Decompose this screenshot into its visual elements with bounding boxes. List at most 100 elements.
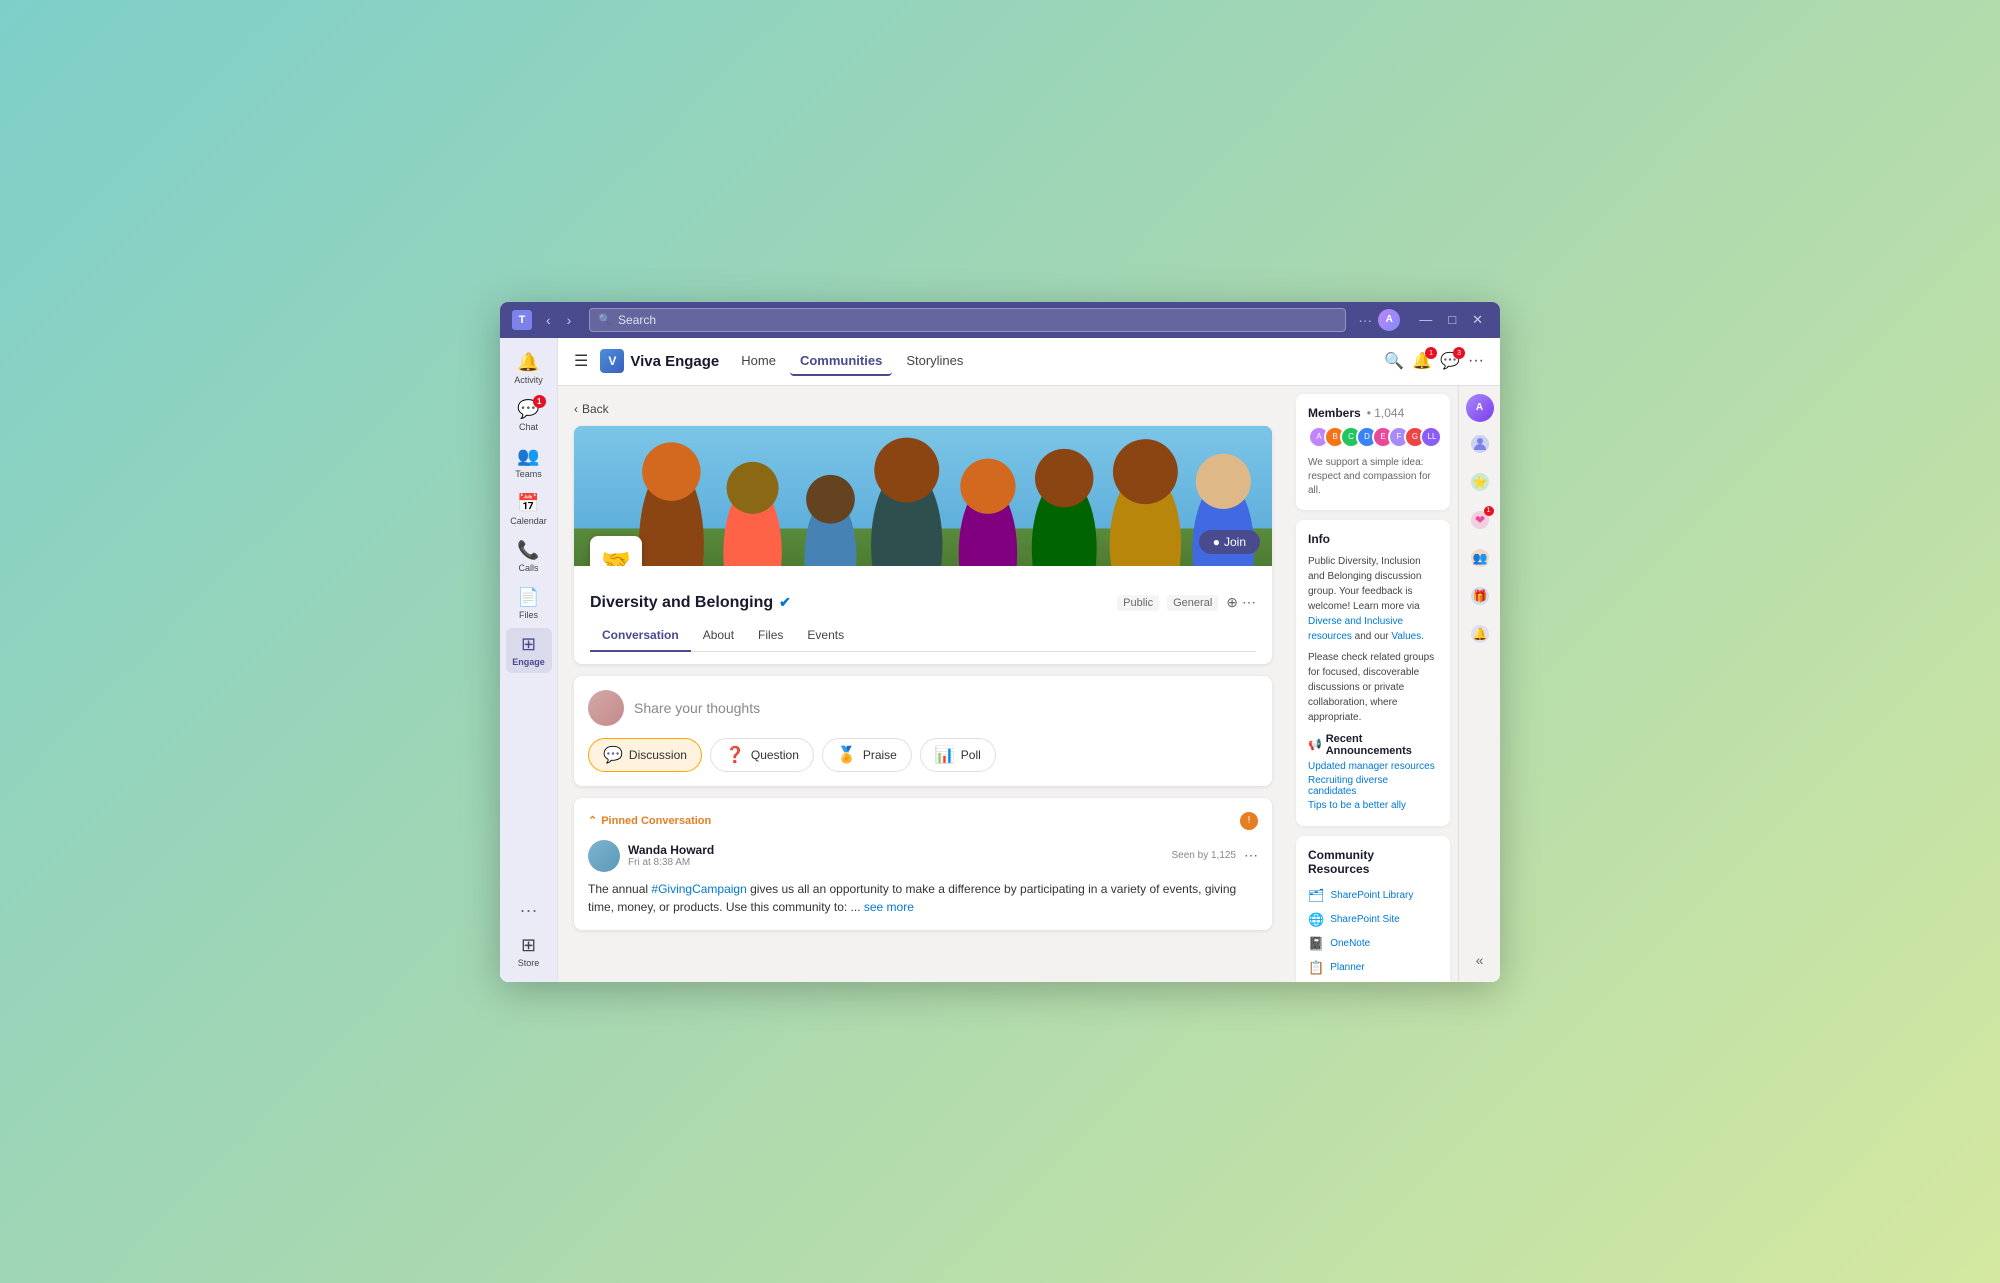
pinned-label-text: Pinned Conversation: [601, 815, 711, 827]
question-button[interactable]: ❓ Question: [710, 738, 814, 772]
planner-icon: 📋: [1308, 960, 1324, 976]
sharepoint-site-icon: 🌐: [1308, 912, 1324, 928]
announcement-2[interactable]: Recruiting diverse candidates: [1308, 775, 1438, 797]
see-more-link[interactable]: see more: [864, 900, 914, 914]
chat-icon-topbar: 💬3: [1440, 351, 1460, 371]
fr-user-avatar: A: [1466, 394, 1494, 422]
calendar-icon: 📅: [517, 493, 539, 514]
sidebar-item-files[interactable]: 📄 Files: [506, 581, 552, 626]
fr-gift-icon[interactable]: 🎁: [1464, 580, 1496, 612]
post-more-icon[interactable]: ⋯: [1244, 847, 1258, 864]
tab-home[interactable]: Home: [731, 347, 786, 376]
chat-icon: 💬 1: [517, 399, 539, 420]
community-share-icon[interactable]: ⊕: [1226, 594, 1238, 611]
comm-tab-events[interactable]: Events: [795, 620, 856, 652]
title-search-icon: 🔍: [598, 313, 612, 326]
resources-title: Community Resources: [1308, 848, 1438, 876]
community-name-text: Diversity and Belonging: [590, 594, 773, 612]
question-icon: ❓: [725, 745, 745, 765]
sidebar-more-button[interactable]: ···: [514, 894, 544, 927]
maximize-button[interactable]: □: [1443, 310, 1461, 330]
top-bar-actions: 🔍 🔔1 💬3 ···: [1384, 351, 1484, 371]
values-link[interactable]: Values: [1391, 631, 1421, 642]
svg-text:🔔: 🔔: [1472, 627, 1487, 641]
community-tag-general: General: [1167, 595, 1218, 611]
tab-storylines[interactable]: Storylines: [896, 347, 973, 376]
collapse-panel-button[interactable]: «: [1470, 946, 1490, 974]
sidebar-item-teams[interactable]: 👥 Teams: [506, 440, 552, 485]
resource-label-onenote: OneNote: [1330, 938, 1370, 949]
members-title-row: Members • 1,044: [1308, 406, 1438, 420]
title-search-bar[interactable]: 🔍 Search: [589, 308, 1346, 332]
hamburger-icon[interactable]: ☰: [574, 351, 588, 371]
resource-sharepoint-site[interactable]: 🌐 SharePoint Site: [1308, 908, 1438, 932]
announcement-1[interactable]: Updated manager resources: [1308, 761, 1438, 772]
fr-group-icon[interactable]: 👥: [1464, 542, 1496, 574]
title-bar-nav: ‹ ›: [540, 310, 577, 330]
back-button[interactable]: ‹ Back: [574, 402, 1272, 416]
community-banner: ● Join 🤝: [574, 426, 1272, 566]
discussion-icon: 💬: [603, 745, 623, 765]
community-more-icon[interactable]: ⋯: [1242, 594, 1256, 611]
user-avatar-title[interactable]: A: [1378, 309, 1400, 331]
forward-nav-button[interactable]: ›: [561, 310, 578, 330]
sidebar-item-engage[interactable]: ⊞ Engage: [506, 628, 552, 673]
teams-window: T ‹ › 🔍 Search ··· A — □ ✕ 🔔 Activity: [500, 302, 1500, 982]
sidebar-item-activity[interactable]: 🔔 Activity: [506, 346, 552, 391]
more-icon-topbar[interactable]: ···: [1468, 352, 1484, 370]
post-author-avatar: [588, 840, 620, 872]
community-meta: Public General ⊕ ⋯: [1117, 594, 1256, 611]
comm-tab-files[interactable]: Files: [746, 620, 795, 652]
close-button[interactable]: ✕: [1467, 310, 1488, 330]
question-label: Question: [751, 748, 799, 762]
members-card: Members • 1,044 A B C D E F G LL: [1296, 394, 1450, 510]
sidebar-item-calls[interactable]: 📞 Calls: [506, 534, 552, 579]
resource-planner[interactable]: 📋 Planner: [1308, 956, 1438, 980]
resource-sharepoint-library[interactable]: 🗂 SharePoint Library: [1308, 884, 1438, 908]
search-icon-topbar[interactable]: 🔍: [1384, 351, 1404, 371]
top-nav: Home Communities Storylines: [731, 347, 973, 376]
join-button[interactable]: ● Join: [1199, 530, 1260, 554]
body-area: ‹ Back: [558, 386, 1500, 982]
post-author-row: Wanda Howard Fri at 8:38 AM Seen by 1,12…: [588, 840, 1258, 872]
diverse-resources-link[interactable]: Diverse and Inclusive resources: [1308, 616, 1403, 642]
teams-nav-icon: 👥: [517, 446, 539, 467]
title-bar: T ‹ › 🔍 Search ··· A — □ ✕: [500, 302, 1500, 338]
sidebar-label-files: Files: [519, 610, 538, 620]
back-nav-button[interactable]: ‹: [540, 310, 557, 330]
minimize-button[interactable]: —: [1414, 310, 1437, 330]
title-bar-ellipsis[interactable]: ···: [1358, 312, 1372, 328]
fr-heart-badge: 1: [1484, 506, 1494, 516]
sidebar-label-calls: Calls: [518, 563, 538, 573]
poll-button[interactable]: 📊 Poll: [920, 738, 996, 772]
tab-communities[interactable]: Communities: [790, 347, 892, 376]
sidebar-item-chat[interactable]: 💬 1 Chat: [506, 393, 552, 438]
post-time: Fri at 8:38 AM: [628, 857, 1164, 868]
resource-label-sharepoint-library: SharePoint Library: [1331, 890, 1414, 901]
resource-onenote[interactable]: 📓 OneNote: [1308, 932, 1438, 956]
fr-heart-icon[interactable]: ❤ 1: [1464, 504, 1496, 536]
activity-icon: 🔔: [517, 352, 539, 373]
svg-text:👥: 👥: [1472, 551, 1487, 565]
comm-tab-conversation[interactable]: Conversation: [590, 620, 691, 652]
giving-campaign-link[interactable]: #GivingCampaign: [651, 882, 746, 896]
discussion-label: Discussion: [629, 748, 687, 762]
discussion-button[interactable]: 💬 Discussion: [588, 738, 702, 772]
community-title-row: Diversity and Belonging ✔ Public General…: [590, 594, 1256, 612]
sidebar-item-calendar[interactable]: 📅 Calendar: [506, 487, 552, 532]
share-thoughts-input[interactable]: Share your thoughts: [634, 700, 760, 716]
post-content: The annual #GivingCampaign gives us all …: [588, 880, 1258, 916]
fr-star-icon[interactable]: ⭐: [1464, 466, 1496, 498]
back-chevron-icon: ‹: [574, 402, 578, 416]
fr-bell-icon[interactable]: 🔔: [1464, 618, 1496, 650]
announcement-3[interactable]: Tips to be a better ally: [1308, 800, 1438, 811]
members-count: • 1,044: [1367, 406, 1405, 420]
praise-icon: 🏅: [837, 745, 857, 765]
sidebar-label-calendar: Calendar: [510, 516, 547, 526]
svg-text:❤: ❤: [1474, 513, 1484, 527]
praise-button[interactable]: 🏅 Praise: [822, 738, 912, 772]
sidebar-item-store[interactable]: ⊞ Store: [514, 929, 544, 974]
sidebar-label-teams: Teams: [515, 469, 542, 479]
comm-tab-about[interactable]: About: [691, 620, 746, 652]
fr-presence-icon[interactable]: [1464, 428, 1496, 460]
